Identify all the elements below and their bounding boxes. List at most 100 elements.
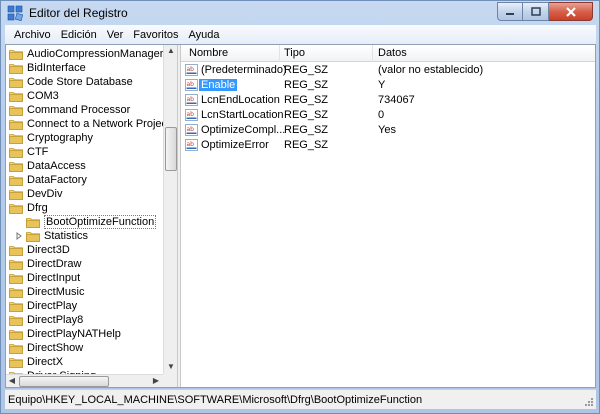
folder-icon bbox=[9, 189, 23, 200]
tree-item[interactable]: Command Processor bbox=[9, 103, 130, 117]
folder-icon bbox=[9, 91, 23, 102]
scroll-down-arrow-icon[interactable]: ▼ bbox=[165, 361, 177, 373]
resize-grip-icon[interactable] bbox=[584, 397, 594, 407]
ab-string-value-icon: ab bbox=[185, 109, 198, 121]
menu-favoritos[interactable]: Favoritos bbox=[128, 26, 183, 44]
tree-item[interactable]: Cryptography bbox=[9, 131, 93, 145]
tree-item-label: Dfrg bbox=[27, 202, 48, 214]
folder-icon bbox=[9, 203, 23, 214]
svg-text:ab: ab bbox=[187, 96, 195, 103]
tree-item-label: CTF bbox=[27, 146, 49, 158]
folder-icon bbox=[9, 273, 23, 284]
tree-item[interactable]: DirectMusic bbox=[9, 285, 84, 299]
menu-ayuda[interactable]: Ayuda bbox=[184, 26, 225, 44]
folder-icon bbox=[9, 77, 23, 88]
tree-item-label: Cryptography bbox=[27, 132, 94, 144]
value-row[interactable]: ab (Predeterminado) REG_SZ (valor no establ… bbox=[181, 63, 595, 78]
tree-item[interactable]: BidInterface bbox=[9, 61, 86, 75]
tree-item[interactable]: DirectPlay8 bbox=[9, 313, 83, 327]
value-name: OptimizeError bbox=[201, 139, 269, 151]
tree-item[interactable]: DataAccess bbox=[9, 159, 86, 173]
folder-icon bbox=[9, 301, 23, 312]
folder-icon bbox=[9, 315, 23, 326]
tree-item[interactable]: DirectX bbox=[9, 355, 63, 369]
tree-vertical-scrollbar[interactable]: ▲ ▼ bbox=[163, 45, 177, 374]
tree-item-label: BidInterface bbox=[27, 62, 86, 74]
tree-item[interactable]: DirectDraw bbox=[9, 257, 81, 271]
value-type: REG_SZ bbox=[284, 109, 329, 121]
value-type: REG_SZ bbox=[284, 124, 329, 136]
title-bar[interactable]: Editor del Registro bbox=[1, 1, 599, 25]
value-name: Enable bbox=[199, 79, 238, 91]
scroll-right-arrow-icon[interactable]: ▶ bbox=[150, 375, 162, 387]
tree-item-label: DirectPlay bbox=[27, 300, 78, 312]
tree-item-label: DataAccess bbox=[27, 160, 86, 172]
tree-item[interactable]: DirectInput bbox=[9, 271, 80, 285]
tree-item[interactable]: DirectPlayNATHelp bbox=[9, 327, 121, 341]
tree-item[interactable]: BootOptimizeFunction bbox=[15, 215, 157, 229]
folder-icon bbox=[9, 105, 23, 116]
column-separator[interactable] bbox=[279, 45, 280, 62]
tree-item-label: BootOptimizeFunction bbox=[44, 215, 157, 229]
value-row[interactable]: ab OptimizeError REG_SZ bbox=[181, 138, 595, 153]
value-row[interactable]: ab LcnEndLocation REG_SZ 734067 bbox=[181, 93, 595, 108]
tree-item[interactable]: Direct3D bbox=[9, 243, 70, 257]
tree-item[interactable]: AudioCompressionManager bbox=[9, 47, 163, 61]
column-header-nombre[interactable]: Nombre bbox=[189, 47, 228, 59]
value-row[interactable]: ab OptimizeCompl... REG_SZ Yes bbox=[181, 123, 595, 138]
tree-horizontal-scrollbar[interactable]: ◀ ▶ bbox=[6, 374, 163, 387]
value-data: 734067 bbox=[378, 94, 415, 106]
client-area: Driver SigningDirectXDirectShowDirectPla… bbox=[5, 44, 596, 388]
tree-item[interactable]: CTF bbox=[9, 145, 48, 159]
value-type: REG_SZ bbox=[284, 79, 329, 91]
menu-ver[interactable]: Ver bbox=[102, 26, 129, 44]
maximize-button[interactable] bbox=[523, 2, 549, 21]
tree-item-label: DirectPlay8 bbox=[27, 314, 84, 326]
maximize-icon bbox=[530, 7, 541, 16]
tree-item[interactable]: Connect to a Network Projector bbox=[9, 117, 177, 131]
tree-item[interactable]: Statistics bbox=[15, 229, 88, 243]
value-row[interactable]: ab Enable REG_SZ Y bbox=[181, 78, 595, 93]
tree-item[interactable]: COM3 bbox=[9, 89, 59, 103]
svg-text:ab: ab bbox=[187, 141, 195, 148]
tree-item[interactable]: DevDiv bbox=[9, 187, 62, 201]
column-header-tipo[interactable]: Tipo bbox=[284, 47, 305, 59]
tree-item-label: DirectDraw bbox=[27, 258, 82, 270]
folder-icon bbox=[26, 231, 40, 242]
tree-horizontal-scroll-thumb[interactable] bbox=[19, 376, 109, 387]
value-name: LcnStartLocation bbox=[201, 109, 284, 121]
caption-buttons bbox=[497, 2, 593, 21]
value-row[interactable]: ab LcnStartLocation REG_SZ 0 bbox=[181, 108, 595, 123]
menu-archivo[interactable]: Archivo bbox=[9, 26, 56, 44]
tree-item[interactable]: DirectShow bbox=[9, 341, 83, 355]
tree-item-label: Statistics bbox=[44, 230, 89, 242]
value-list[interactable]: Nombre Tipo Datos ab (Predeterminado) REG_… bbox=[181, 45, 595, 387]
scroll-left-arrow-icon[interactable]: ◀ bbox=[6, 375, 18, 387]
key-tree[interactable]: Driver SigningDirectXDirectShowDirectPla… bbox=[6, 45, 177, 387]
close-button[interactable] bbox=[549, 2, 593, 21]
tree-vertical-scroll-thumb[interactable] bbox=[165, 127, 177, 171]
tree-item-label: DevDiv bbox=[27, 188, 63, 200]
expand-arrow-icon[interactable] bbox=[15, 232, 23, 240]
folder-icon bbox=[9, 259, 23, 270]
minimize-button[interactable] bbox=[497, 2, 523, 21]
column-header-datos[interactable]: Datos bbox=[378, 47, 407, 59]
value-data: Yes bbox=[378, 124, 396, 136]
close-icon bbox=[565, 6, 576, 17]
value-name: LcnEndLocation bbox=[201, 94, 280, 106]
ab-string-value-icon: ab bbox=[185, 79, 198, 91]
tree-item[interactable]: Dfrg bbox=[9, 201, 48, 215]
menu-edicion[interactable]: Edición bbox=[56, 26, 102, 44]
value-type: REG_SZ bbox=[284, 139, 329, 151]
ab-string-value-icon: ab bbox=[185, 124, 198, 136]
list-header: Nombre Tipo Datos bbox=[181, 45, 595, 62]
tree-item-label: DirectX bbox=[27, 356, 64, 368]
svg-text:ab: ab bbox=[187, 81, 195, 88]
tree-item[interactable]: DirectPlay bbox=[9, 299, 77, 313]
tree-item[interactable]: DataFactory bbox=[9, 173, 87, 187]
tree-item-label: DirectInput bbox=[27, 272, 81, 284]
scroll-up-arrow-icon[interactable]: ▲ bbox=[165, 45, 177, 57]
column-separator[interactable] bbox=[372, 45, 373, 62]
registry-editor-app-icon bbox=[7, 5, 23, 21]
tree-item[interactable]: Code Store Database bbox=[9, 75, 133, 89]
